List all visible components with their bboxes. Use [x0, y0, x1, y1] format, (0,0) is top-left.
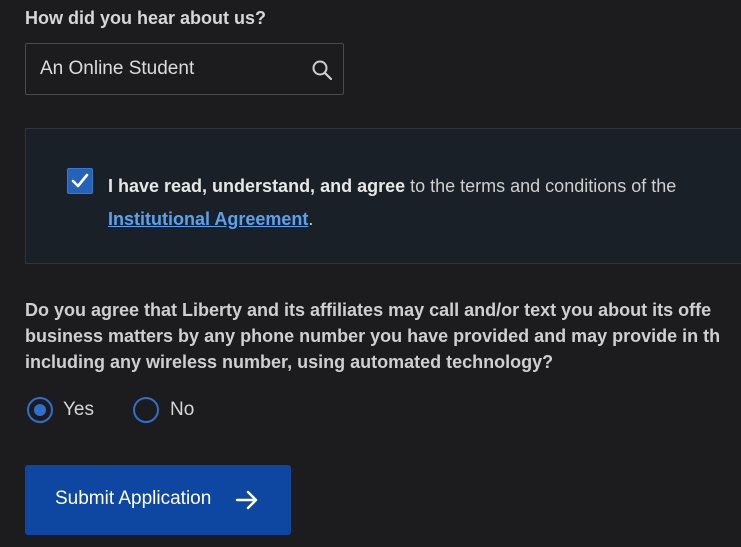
radio-yes[interactable]	[27, 397, 53, 423]
submit-application-button[interactable]: Submit Application	[25, 465, 291, 535]
search-icon[interactable]	[311, 59, 333, 81]
radio-no[interactable]	[133, 397, 159, 423]
radio-yes-label[interactable]: Yes	[63, 399, 94, 421]
submit-button-label: Submit Application	[55, 488, 212, 509]
agreement-panel: I have read, understand, and agree to th…	[25, 128, 741, 264]
consent-question-line: Do you agree that Liberty and its affili…	[25, 300, 712, 320]
consent-question-line: business matters by any phone number you…	[25, 326, 721, 346]
radio-selected-dot	[34, 404, 46, 416]
referral-search-field[interactable]	[25, 43, 344, 95]
checkmark-icon	[71, 173, 89, 188]
institutional-agreement-link[interactable]: Institutional Agreement	[108, 209, 308, 229]
referral-question: How did you hear about us?	[25, 8, 267, 28]
agreement-plain-text: to the terms and conditions of the	[405, 176, 677, 196]
consent-question: Do you agree that Liberty and its affili…	[25, 297, 720, 375]
agreement-text: I have read, understand, and agree to th…	[108, 170, 676, 236]
agreement-checkbox[interactable]	[67, 168, 93, 194]
consent-question-line: including any wireless number, using aut…	[25, 352, 554, 372]
agreement-suffix: .	[308, 209, 314, 229]
arrow-right-icon	[235, 489, 259, 517]
radio-no-label[interactable]: No	[170, 399, 194, 421]
agreement-bold-text: I have read, understand, and agree	[108, 176, 406, 196]
referral-input[interactable]	[26, 44, 296, 94]
